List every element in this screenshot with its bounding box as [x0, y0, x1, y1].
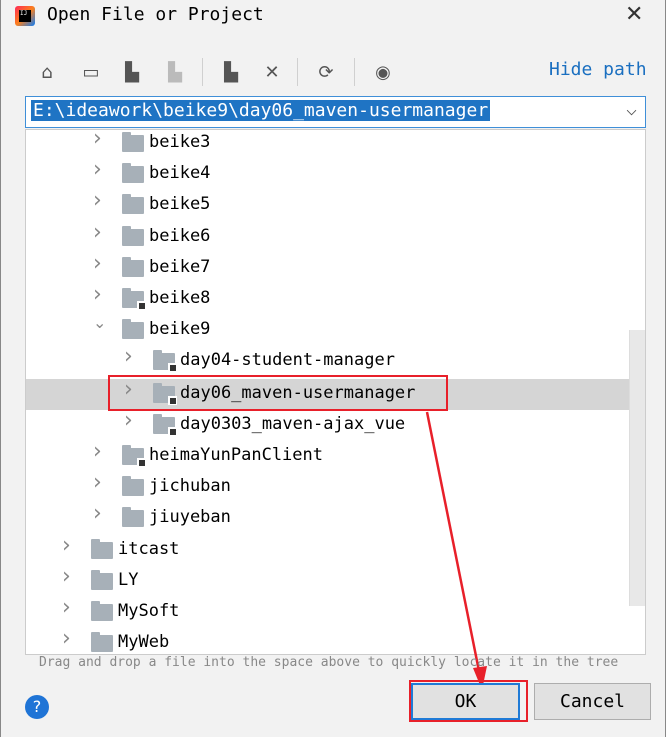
ok-highlight-annotation — [409, 680, 528, 722]
help-icon[interactable]: ? — [25, 695, 49, 719]
arrow-annotation — [425, 411, 487, 690]
drag-drop-hint: Drag and drop a file into the space abov… — [39, 655, 619, 670]
cancel-button[interactable]: Cancel — [534, 683, 651, 720]
